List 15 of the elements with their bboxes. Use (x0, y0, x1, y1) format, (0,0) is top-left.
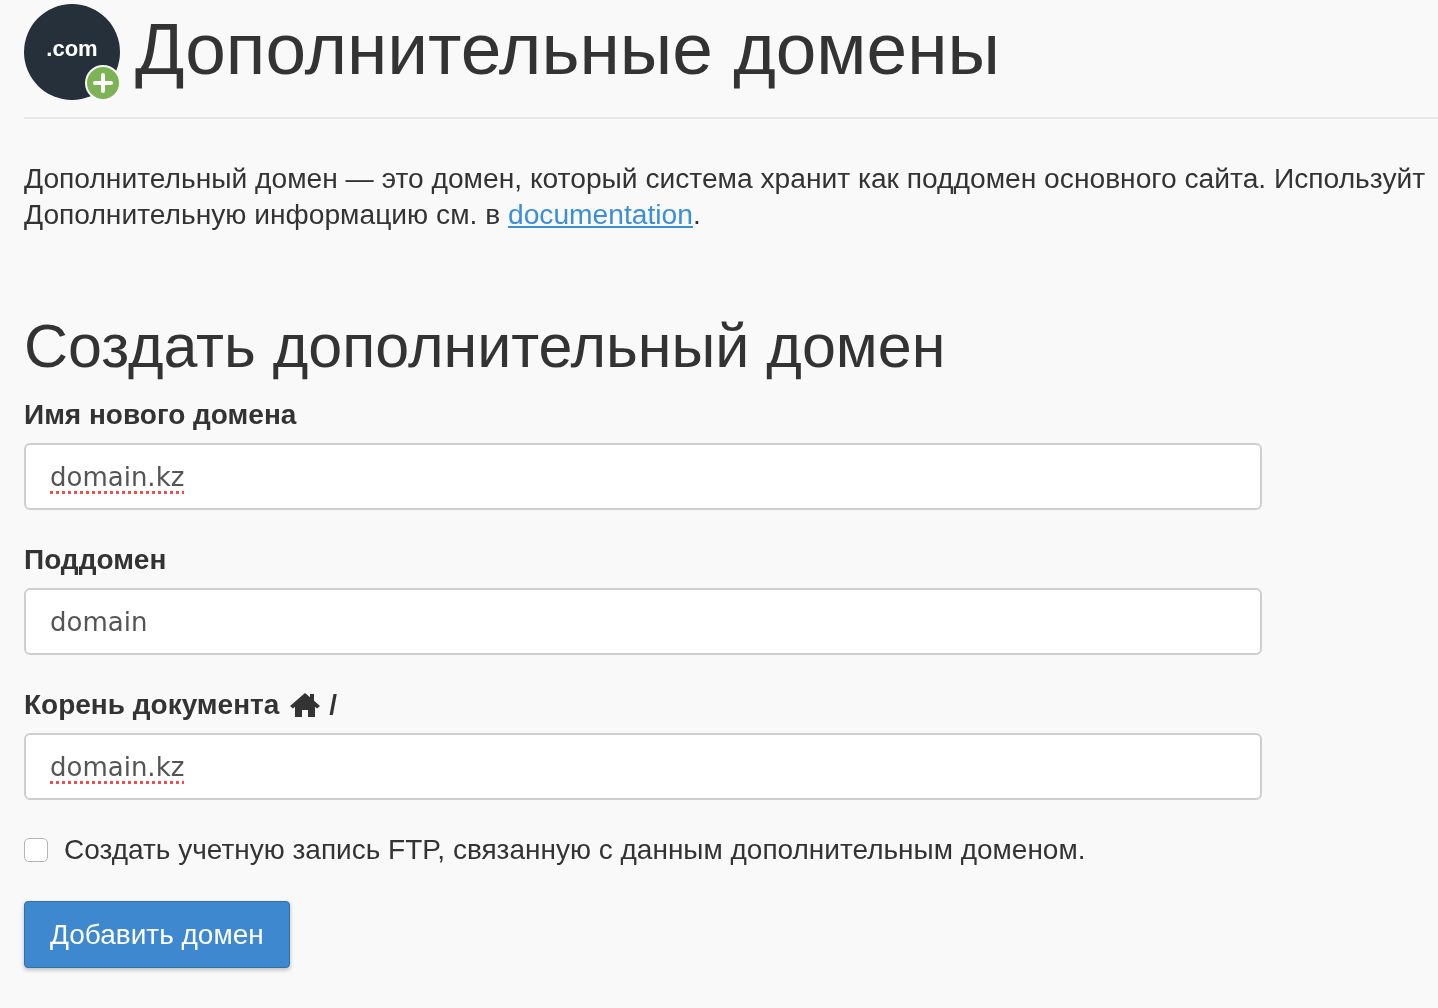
field-label: Поддомен (24, 544, 167, 576)
field-label: Имя нового домена (24, 399, 297, 431)
path-separator: / (329, 689, 338, 721)
intro-text: Дополнительную информацию см. в documentation. (24, 197, 701, 232)
logo-text: .com (46, 36, 98, 62)
text-field[interactable]: domain.kz (24, 443, 1262, 510)
checkbox-label: Создать учетную запись FTP, связанную с данным дополнительным доменом. (64, 834, 1086, 866)
field-label: Корень документа (24, 689, 280, 721)
text-field[interactable]: domain (24, 588, 1262, 655)
text-field[interactable]: domain.kz (24, 733, 1262, 800)
intro-text: Дополнительный домен — это домен, который система хранит как поддомен основного сайта. Используйт (24, 161, 1426, 196)
ftp-checkbox[interactable] (24, 838, 48, 862)
home-icon (289, 692, 322, 718)
plus-icon (85, 65, 121, 101)
add-domain-button[interactable]: Добавить домен (24, 901, 290, 968)
